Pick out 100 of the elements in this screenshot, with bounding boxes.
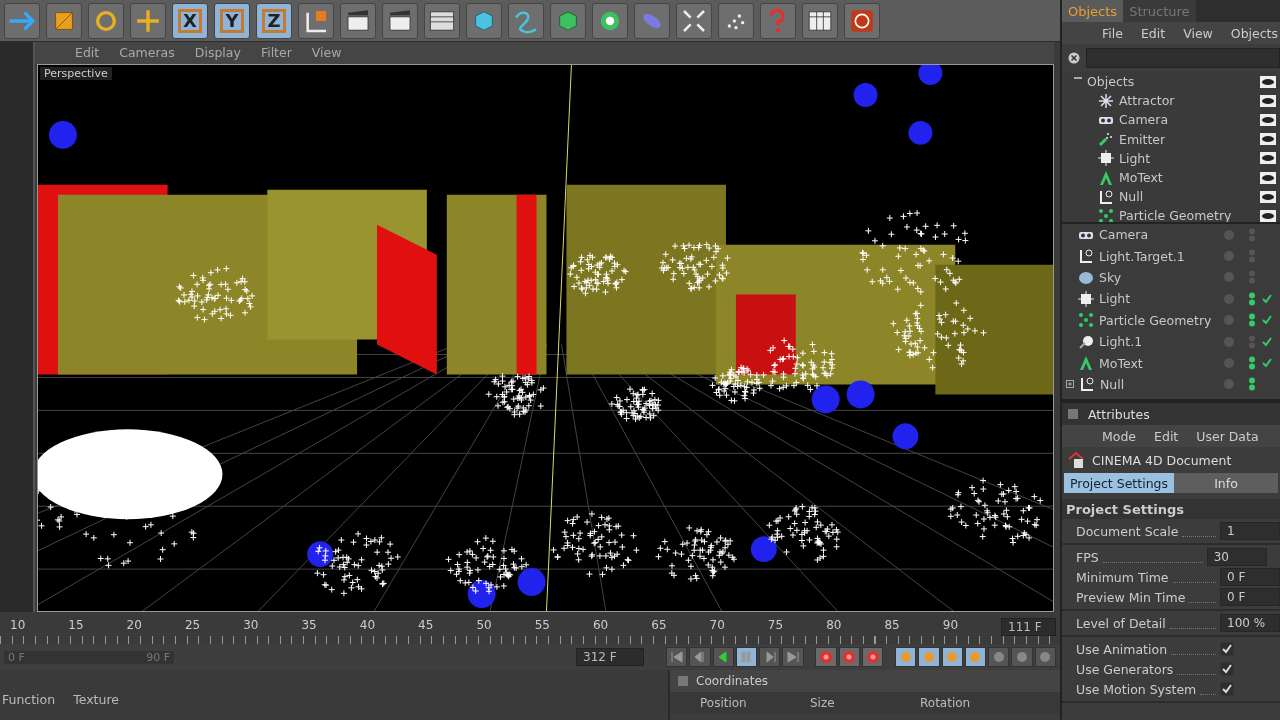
menu-item[interactable]: Display [194,45,241,61]
eye-icon[interactable] [1260,94,1276,107]
deformer-button[interactable] [634,2,670,39]
current-frame-field[interactable]: 312 F [576,648,644,666]
object-item[interactable]: Sky [1099,269,1219,285]
menu-item[interactable]: Texture [73,692,119,720]
next-frame-button[interactable] [759,647,781,667]
menu-item[interactable]: File [1102,25,1123,41]
visibility-dots-icon[interactable] [1247,249,1257,264]
rotate-key-button[interactable] [941,647,963,667]
value-field[interactable]: 30 [1206,548,1267,566]
layer-dot[interactable] [1224,358,1234,369]
checkbox[interactable] [1220,682,1234,696]
panel-toggle-icon[interactable] [678,676,688,686]
render-button[interactable] [844,2,880,39]
menu-item[interactable]: Objects [1230,25,1279,41]
timeline-button[interactable] [1034,647,1056,667]
point-level-button[interactable] [988,647,1010,667]
go-to-start-button[interactable] [666,647,688,667]
scale-key-button[interactable] [918,647,940,667]
object-item[interactable]: MoText [1099,355,1219,371]
object-item[interactable]: Camera [1099,227,1219,243]
clapperboard-button[interactable] [340,2,376,39]
enabled-check-icon[interactable] [1262,293,1272,304]
eye-icon[interactable] [1260,171,1276,184]
visibility-dots-icon[interactable] [1247,377,1257,392]
spline-button[interactable] [508,2,544,39]
menu-item[interactable]: Mode [1102,428,1137,444]
go-to-end-button[interactable] [782,647,804,667]
eye-icon[interactable] [1260,113,1276,126]
key-option-button[interactable] [1011,647,1033,667]
menu-item[interactable]: Cameras [119,45,175,61]
attribute-tab[interactable]: Project Settings [1064,473,1174,493]
search-field[interactable] [1086,48,1280,68]
tree-item[interactable]: Light [1119,150,1255,166]
eye-icon[interactable] [1260,152,1276,165]
object-item[interactable]: Light.Target.1 [1099,248,1219,264]
eye-icon[interactable] [1260,209,1276,222]
object-item[interactable]: Light [1099,291,1219,307]
layer-dot[interactable] [1224,336,1234,347]
value-field[interactable]: 0 F [1220,588,1280,606]
panel-toggle-icon[interactable] [1068,409,1078,419]
eye-icon[interactable] [1260,133,1276,146]
parameter-key-button[interactable] [964,647,987,667]
record-button[interactable] [815,647,837,667]
object-item[interactable]: Particle Geometry [1099,312,1219,328]
enabled-check-icon[interactable] [1262,336,1272,347]
move-key-button[interactable] [894,647,917,667]
layer-dot[interactable] [1224,229,1234,240]
eye-icon[interactable] [1260,190,1276,203]
layer-dot[interactable] [1224,272,1234,283]
cube-button[interactable] [466,2,502,39]
menu-item[interactable]: Edit [1140,25,1166,41]
enabled-check-icon[interactable] [1262,358,1272,369]
autokey-button[interactable] [838,647,860,667]
axis-lock-button[interactable]: X [172,2,208,39]
end-frame-field[interactable]: 111 F [1001,618,1056,636]
eye-icon[interactable] [1260,75,1276,88]
scene-button[interactable] [676,2,712,39]
tree-item[interactable]: Objects [1087,74,1255,90]
move-button[interactable] [130,2,166,39]
menu-item[interactable]: View [311,45,342,61]
value-field[interactable]: 0 F [1220,568,1280,586]
enabled-check-icon[interactable] [1262,315,1272,326]
layer-dot[interactable] [1224,315,1234,326]
tree-item[interactable]: Emitter [1119,131,1255,147]
array-button[interactable] [592,2,628,39]
clear-icon[interactable] [1068,52,1080,64]
pause-button[interactable] [735,647,758,667]
previous-frame-button[interactable] [689,647,711,667]
tree-item[interactable]: Attractor [1119,93,1255,109]
menu-item[interactable]: View [1183,25,1213,41]
particle-button[interactable] [718,2,754,39]
visibility-dots-icon[interactable] [1247,313,1257,328]
table-button[interactable] [802,2,838,39]
visibility-dots-icon[interactable] [1247,270,1257,285]
menu-item[interactable]: User Data [1196,428,1259,444]
play-backwards-button[interactable] [712,647,734,667]
layer-dot[interactable] [1224,379,1234,390]
menu-item[interactable]: Edit [1154,428,1179,444]
expand-icon[interactable] [1066,380,1074,389]
attribute-tab[interactable]: Info [1174,473,1278,493]
nurbs-button[interactable] [550,2,586,39]
object-item[interactable]: Light.1 [1099,334,1219,350]
menu-item[interactable]: Edit [75,45,100,61]
visibility-dots-icon[interactable] [1247,356,1257,371]
keyframe-help-button[interactable] [861,647,884,667]
checkbox[interactable] [1220,642,1234,656]
tree-item[interactable]: MoText [1119,170,1255,186]
layer-dot[interactable] [1224,251,1234,262]
menu-item[interactable]: Filter [260,45,292,61]
value-field[interactable]: 1 [1220,522,1280,540]
scale-button[interactable] [46,2,82,39]
value-field[interactable]: 100 % [1220,614,1280,632]
checkbox[interactable] [1220,662,1234,676]
render-settings-button[interactable] [424,2,460,39]
coordinate-system-button[interactable] [298,2,334,39]
clapperboard-button[interactable] [382,2,418,39]
visibility-dots-icon[interactable] [1247,334,1257,349]
layer-dot[interactable] [1224,293,1234,304]
